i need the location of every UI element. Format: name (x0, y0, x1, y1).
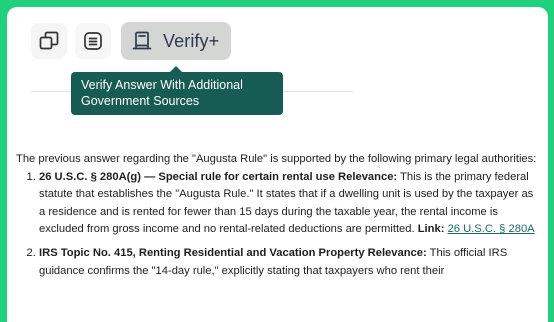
source-item: IRS Topic No. 415, Renting Residential a… (39, 245, 541, 280)
summary-button[interactable] (75, 23, 111, 59)
answer-panel: Verify+ Verify Answer With Additional Go… (7, 7, 548, 322)
source-title: 26 U.S.C. § 280A(g) — Special rule for c… (39, 170, 398, 183)
verify-plus-button[interactable]: Verify+ (121, 22, 232, 60)
verify-tooltip: Verify Answer With Additional Government… (71, 66, 283, 115)
sources-list: 26 U.S.C. § 280A(g) — Special rule for c… (16, 169, 541, 281)
answer-content: The previous answer regarding the "Augus… (16, 151, 541, 286)
link-label: Link: (417, 223, 445, 236)
verify-button-label: Verify+ (163, 30, 220, 51)
source-item: 26 U.S.C. § 280A(g) — Special rule for c… (39, 169, 541, 239)
copy-icon (39, 31, 59, 50)
answer-intro: The previous answer regarding the "Augus… (16, 153, 537, 165)
answer-toolbar: Verify+ (31, 22, 232, 60)
source-title: IRS Topic No. 415, Renting Residential a… (39, 246, 427, 259)
list-icon (84, 32, 102, 50)
book-stand-icon (132, 31, 152, 50)
copy-button[interactable] (31, 23, 67, 59)
source-link[interactable]: 26 U.S.C. § 280A (448, 223, 535, 235)
